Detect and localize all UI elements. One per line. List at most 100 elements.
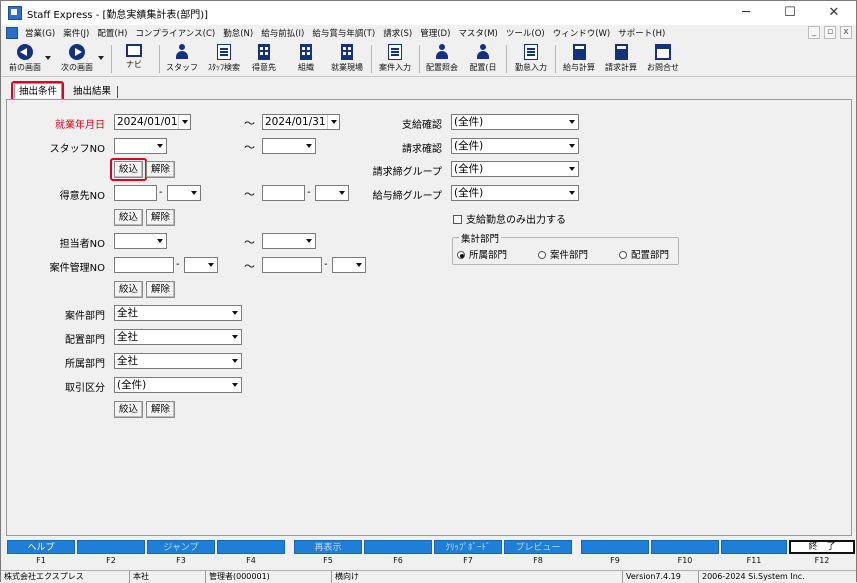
chevron-down-icon[interactable] (353, 258, 365, 272)
minimize-button[interactable]: ─ (724, 1, 768, 25)
fkey-f7[interactable]: ｸﾘｯﾌﾟﾎﾞｰﾄﾞ F7 (434, 540, 502, 569)
mdi-child-icon[interactable] (6, 27, 18, 39)
haichi-bumon-combo[interactable]: 全社 (114, 329, 242, 345)
tanto-no-from-combo[interactable] (114, 233, 167, 249)
menu-seikyu[interactable]: 請求(S) (379, 27, 416, 39)
torihiki-clear-button[interactable]: 解除 (146, 401, 175, 418)
fkey-f11[interactable]: F11 (721, 540, 787, 569)
kyuyo-shime-combo[interactable]: (全件) (451, 185, 579, 201)
help-button[interactable]: ヘルプ (7, 540, 75, 554)
fkey-f10[interactable]: F10 (651, 540, 719, 569)
radio-haichi-bumon[interactable]: 配置部門 (619, 247, 669, 261)
chevron-down-icon[interactable] (229, 330, 241, 344)
menu-anken[interactable]: 案件(J) (59, 27, 93, 39)
f10-button[interactable] (651, 540, 719, 554)
chevron-down-icon[interactable] (566, 115, 578, 129)
chevron-down-icon[interactable] (229, 306, 241, 320)
date-from-combo[interactable]: 2024/01/01 (114, 114, 191, 130)
next-dropdown-icon[interactable] (98, 56, 104, 60)
close-window-button[interactable]: ✕ (812, 1, 856, 25)
shugyo-genba-button[interactable]: 就業現場 (327, 43, 367, 75)
chevron-down-icon[interactable] (188, 186, 200, 200)
tokuisaki-no-from-input[interactable] (114, 185, 157, 201)
anken-bumon-combo[interactable]: 全社 (114, 305, 242, 321)
staff-clear-button[interactable]: 解除 (146, 161, 175, 178)
chevron-down-icon[interactable] (154, 234, 166, 248)
f11-button[interactable] (721, 540, 787, 554)
f4-button[interactable] (217, 540, 285, 554)
chevron-down-icon[interactable] (566, 139, 578, 153)
tab-results[interactable]: 抽出結果 (69, 84, 115, 99)
fkey-f1[interactable]: ヘルプ F1 (7, 540, 75, 569)
staff-no-from-combo[interactable] (114, 138, 167, 154)
anken-no-to-input[interactable] (262, 257, 322, 273)
kintai-nyuryoku-button[interactable]: 勤怠入力 (510, 43, 552, 75)
radio-shozoku-bumon[interactable]: 所属部門 (457, 247, 507, 261)
anken-sub-to-combo[interactable] (332, 257, 366, 273)
tokuisaki-filter-button[interactable]: 絞込 (114, 209, 143, 226)
f9-button[interactable] (581, 540, 649, 554)
shikyu-only-checkbox[interactable]: 支給勤怠のみ出力する (453, 211, 566, 226)
fkey-f12[interactable]: 終 了 F12 (789, 540, 855, 569)
anken-no-from-input[interactable] (114, 257, 174, 273)
f2-button[interactable] (77, 540, 145, 554)
chevron-down-icon[interactable] (566, 162, 578, 176)
anken-filter-button[interactable]: 絞込 (114, 281, 143, 298)
fkey-f5[interactable]: 再表示 F5 (294, 540, 362, 569)
torihiki-filter-button[interactable]: 絞込 (114, 401, 143, 418)
staff-search-button[interactable]: ｽﾀｯﾌ検索 (204, 43, 244, 75)
soshiki-button[interactable]: 組織 (290, 43, 322, 75)
mdi-close-button[interactable]: x (840, 26, 852, 39)
tokuisaki-clear-button[interactable]: 解除 (146, 209, 175, 226)
haichi-shokai-button[interactable]: 配置照会 (422, 43, 462, 75)
tokuisaki-button[interactable]: 得意先 (248, 43, 280, 75)
exit-button[interactable]: 終 了 (789, 540, 855, 554)
mdi-restore-button[interactable]: ▫ (824, 26, 836, 39)
fkey-f9[interactable]: F9 (581, 540, 649, 569)
clipboard-button[interactable]: ｸﾘｯﾌﾟﾎﾞｰﾄﾞ (434, 540, 502, 554)
shikyu-kakunin-combo[interactable]: (全件) (451, 114, 579, 130)
fkey-f4[interactable]: F4 (217, 540, 285, 569)
radio-anken-bumon[interactable]: 案件部門 (538, 247, 588, 261)
menu-haichi[interactable]: 配置(H) (93, 27, 131, 39)
preview-button[interactable]: プレビュー (504, 540, 572, 554)
jump-button[interactable]: ジャンプ (147, 540, 215, 554)
fkey-f3[interactable]: ジャンプ F3 (147, 540, 215, 569)
anken-nyuryoku-button[interactable]: 案件入力 (375, 43, 415, 75)
fkey-f8[interactable]: プレビュー F8 (504, 540, 572, 569)
anken-sub-from-combo[interactable] (184, 257, 218, 273)
menu-kyuyo-shoyo[interactable]: 給与賞与年調(T) (308, 27, 379, 39)
tokuisaki-sub-to-combo[interactable] (315, 185, 349, 201)
mdi-minimize-button[interactable]: _ (808, 26, 820, 39)
date-to-combo[interactable]: 2024/01/31 (262, 114, 340, 130)
otoiawase-button[interactable]: お問合せ (643, 43, 683, 75)
tab-conditions[interactable]: 抽出条件 (14, 83, 63, 98)
seikyu-keisan-button[interactable]: 請求計算 (601, 43, 641, 75)
fkey-f6[interactable]: F6 (364, 540, 432, 569)
maximize-button[interactable]: ☐ (768, 1, 812, 25)
staff-filter-button[interactable]: 絞込 (114, 161, 143, 178)
chevron-down-icon[interactable] (178, 115, 190, 129)
menu-master[interactable]: マスタ(M) (454, 27, 501, 39)
back-dropdown-icon[interactable] (45, 56, 51, 60)
f6-button[interactable] (364, 540, 432, 554)
menu-kanri[interactable]: 管理(D) (416, 27, 454, 39)
seikyu-shime-combo[interactable]: (全件) (451, 161, 579, 177)
chevron-down-icon[interactable] (154, 139, 166, 153)
chevron-down-icon[interactable] (303, 139, 315, 153)
menu-compliance[interactable]: コンプライアンス(C) (131, 27, 219, 39)
tokuisaki-sub-from-combo[interactable] (167, 185, 201, 201)
kyuyo-keisan-button[interactable]: 給与計算 (559, 43, 599, 75)
menu-tool[interactable]: ツール(O) (502, 27, 549, 39)
next-button[interactable]: 次の画面 (57, 43, 97, 75)
seikyu-kakunin-combo[interactable]: (全件) (451, 138, 579, 154)
chevron-down-icon[interactable] (566, 186, 578, 200)
torihiki-kubun-combo[interactable]: (全件) (114, 377, 242, 393)
anken-clear-button[interactable]: 解除 (146, 281, 175, 298)
chevron-down-icon[interactable] (205, 258, 217, 272)
navi-button[interactable]: ナビ (119, 43, 149, 75)
back-button[interactable]: 前の画面 (5, 43, 45, 75)
shozoku-bumon-combo[interactable]: 全社 (114, 353, 242, 369)
chevron-down-icon[interactable] (229, 354, 241, 368)
tanto-no-to-combo[interactable] (262, 233, 316, 249)
